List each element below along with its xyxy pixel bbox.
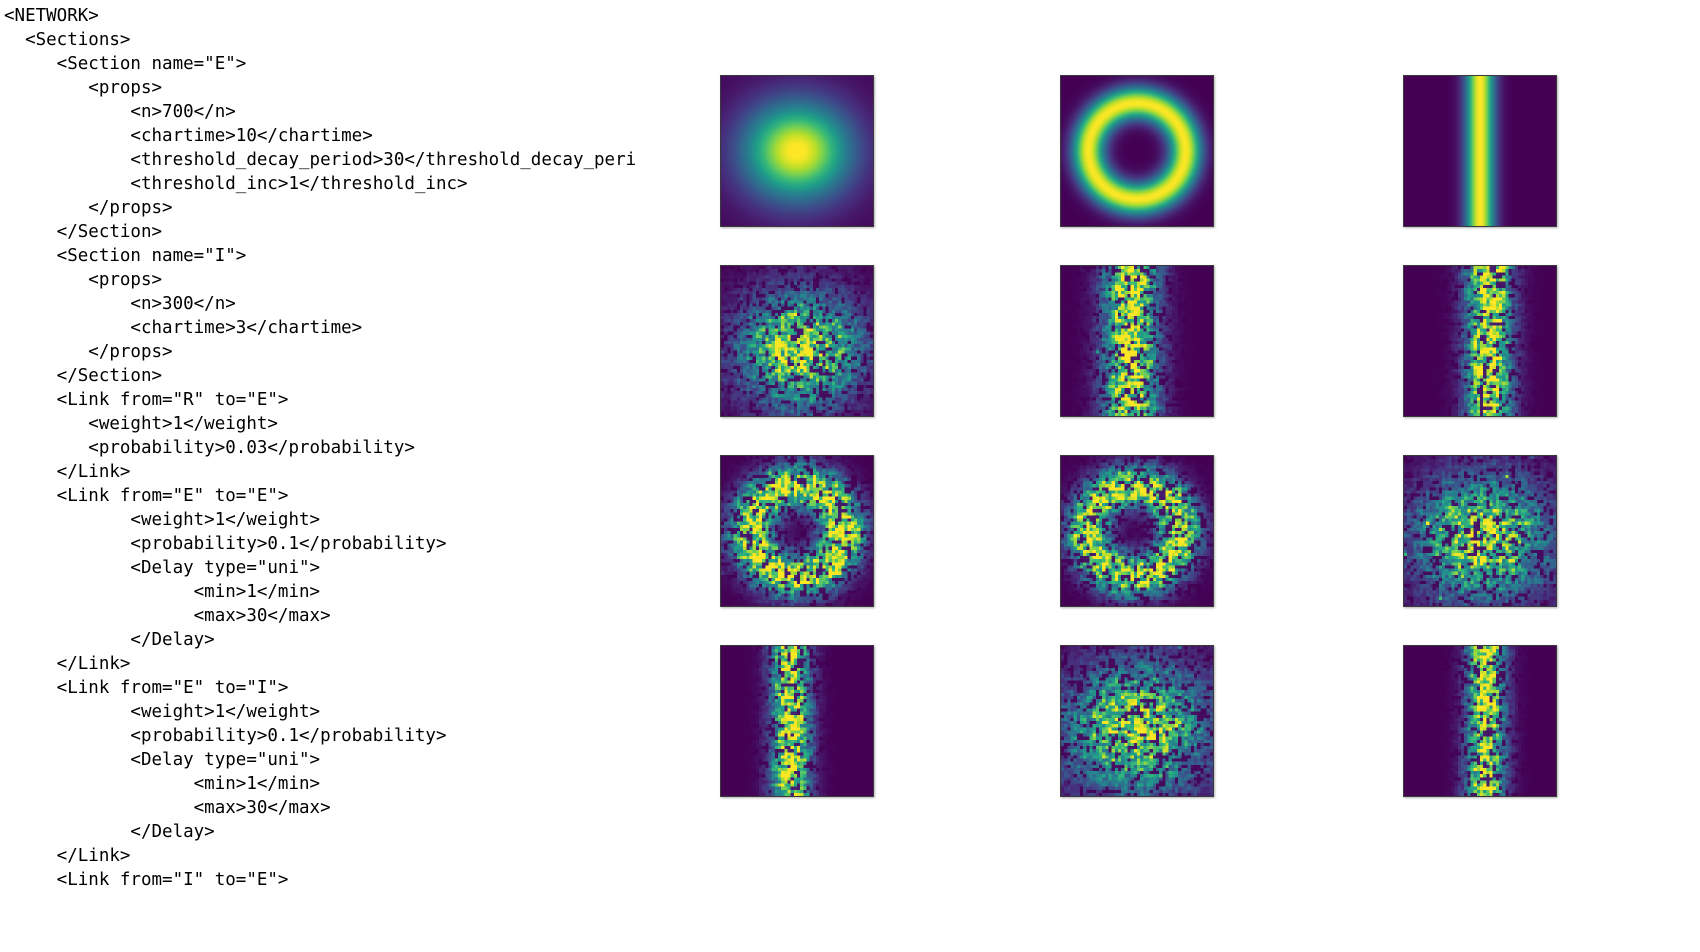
heatmap-canvas-r3c2 — [1061, 456, 1213, 606]
xml-code-pane[interactable]: <NETWORK> <Sections> <Section name="E"> … — [0, 0, 715, 952]
xml-code-listing: <NETWORK> <Sections> <Section name="E"> … — [4, 6, 637, 890]
heatmap-panel-r2c3 — [1403, 265, 1557, 417]
heatmap-canvas-r2c1 — [721, 266, 873, 416]
heatmap-panel-r4c3 — [1403, 645, 1557, 797]
heatmap-canvas-r4c2 — [1061, 646, 1213, 796]
heatmap-panel-r4c2 — [1060, 645, 1214, 797]
heatmap-canvas-r2c2 — [1061, 266, 1213, 416]
heatmap-panel-r3c2 — [1060, 455, 1214, 607]
heatmap-canvas-r2c3 — [1404, 266, 1556, 416]
heatmap-canvas-r4c3 — [1404, 646, 1556, 796]
heatmap-panel-r1c1 — [720, 75, 874, 227]
heatmap-canvas-r1c2 — [1061, 76, 1213, 226]
heatmap-panel-r4c1 — [720, 645, 874, 797]
heatmap-canvas-r3c1 — [721, 456, 873, 606]
heatmap-canvas-r4c1 — [721, 646, 873, 796]
heatmap-grid — [715, 0, 1700, 952]
heatmap-panel-r1c3 — [1403, 75, 1557, 227]
heatmap-panel-r2c2 — [1060, 265, 1214, 417]
heatmap-panel-r1c2 — [1060, 75, 1214, 227]
heatmap-panel-r2c1 — [720, 265, 874, 417]
heatmap-canvas-r1c3 — [1404, 76, 1556, 226]
heatmap-panel-r3c1 — [720, 455, 874, 607]
heatmap-canvas-r3c3 — [1404, 456, 1556, 606]
heatmap-canvas-r1c1 — [721, 76, 873, 226]
heatmap-panel-r3c3 — [1403, 455, 1557, 607]
